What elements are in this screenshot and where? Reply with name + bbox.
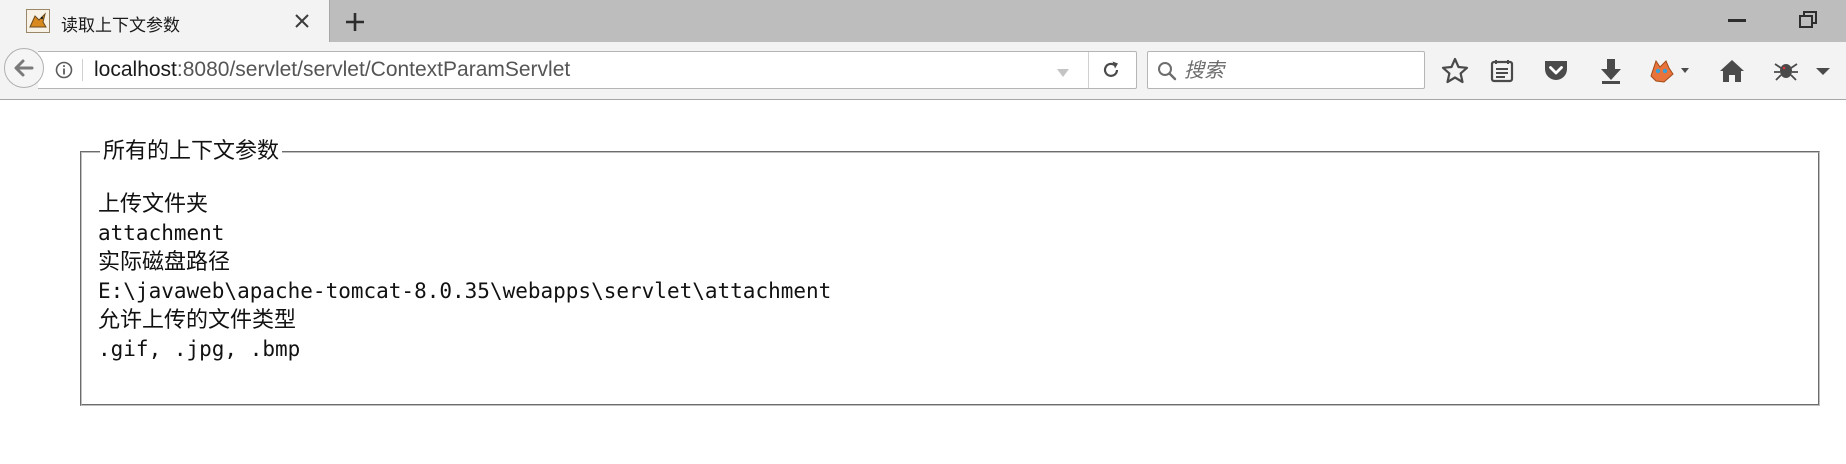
back-button[interactable] [4,48,44,88]
search-bar[interactable] [1147,51,1425,89]
pocket-icon[interactable] [1541,56,1571,86]
restore-icon[interactable] [1795,8,1821,32]
url-history-dropdown-icon[interactable] [1055,64,1071,77]
tab-strip: 读取上下文参数 [0,0,1846,42]
url-divider [82,59,83,81]
minimize-icon[interactable] [1724,8,1750,32]
reading-list-icon[interactable] [1487,56,1517,86]
url-host: localhost [94,58,177,81]
overflow-menu-icon[interactable] [1812,56,1834,86]
param-value: E:\javaweb\apache-tomcat-8.0.35\webapps\… [98,279,832,303]
site-info-icon[interactable] [55,61,73,79]
search-icon [1156,60,1178,82]
page-content: 所有的上下文参数 上传文件夹 attachment 实际磁盘路径 E:\java… [0,100,1846,464]
param-name: 上传文件夹 [98,192,209,217]
close-tab-icon[interactable] [291,10,313,32]
active-tab[interactable]: 读取上下文参数 [0,0,330,42]
reload-icon[interactable] [1100,59,1122,81]
bug-extension-icon[interactable] [1771,56,1801,86]
search-input[interactable] [1184,56,1414,84]
url-text[interactable]: localhost:8080/servlet/servlet/ContextPa… [94,59,570,81]
home-icon[interactable] [1717,56,1747,86]
navigation-toolbar: localhost:8080/servlet/servlet/ContextPa… [0,42,1846,100]
tomcat-icon [26,9,50,33]
param-name: 允许上传的文件类型 [98,308,297,333]
bookmark-star-icon[interactable] [1440,56,1470,86]
new-tab-icon[interactable] [342,9,368,35]
firefox-extension-icon[interactable] [1648,56,1692,86]
context-params-fieldset: 所有的上下文参数 上传文件夹 attachment 实际磁盘路径 E:\java… [80,140,1820,406]
param-name: 实际磁盘路径 [98,250,231,275]
tab-title: 读取上下文参数 [61,16,180,36]
fieldset-legend: 所有的上下文参数 [103,139,280,164]
param-value: attachment [98,221,225,245]
url-bar[interactable]: localhost:8080/servlet/servlet/ContextPa… [38,51,1137,89]
url-divider-2 [1088,52,1089,88]
url-path: :8080/servlet/servlet/ContextParamServle… [176,58,571,81]
param-value: .gif, .jpg, .bmp [98,337,301,361]
download-icon[interactable] [1596,56,1626,86]
